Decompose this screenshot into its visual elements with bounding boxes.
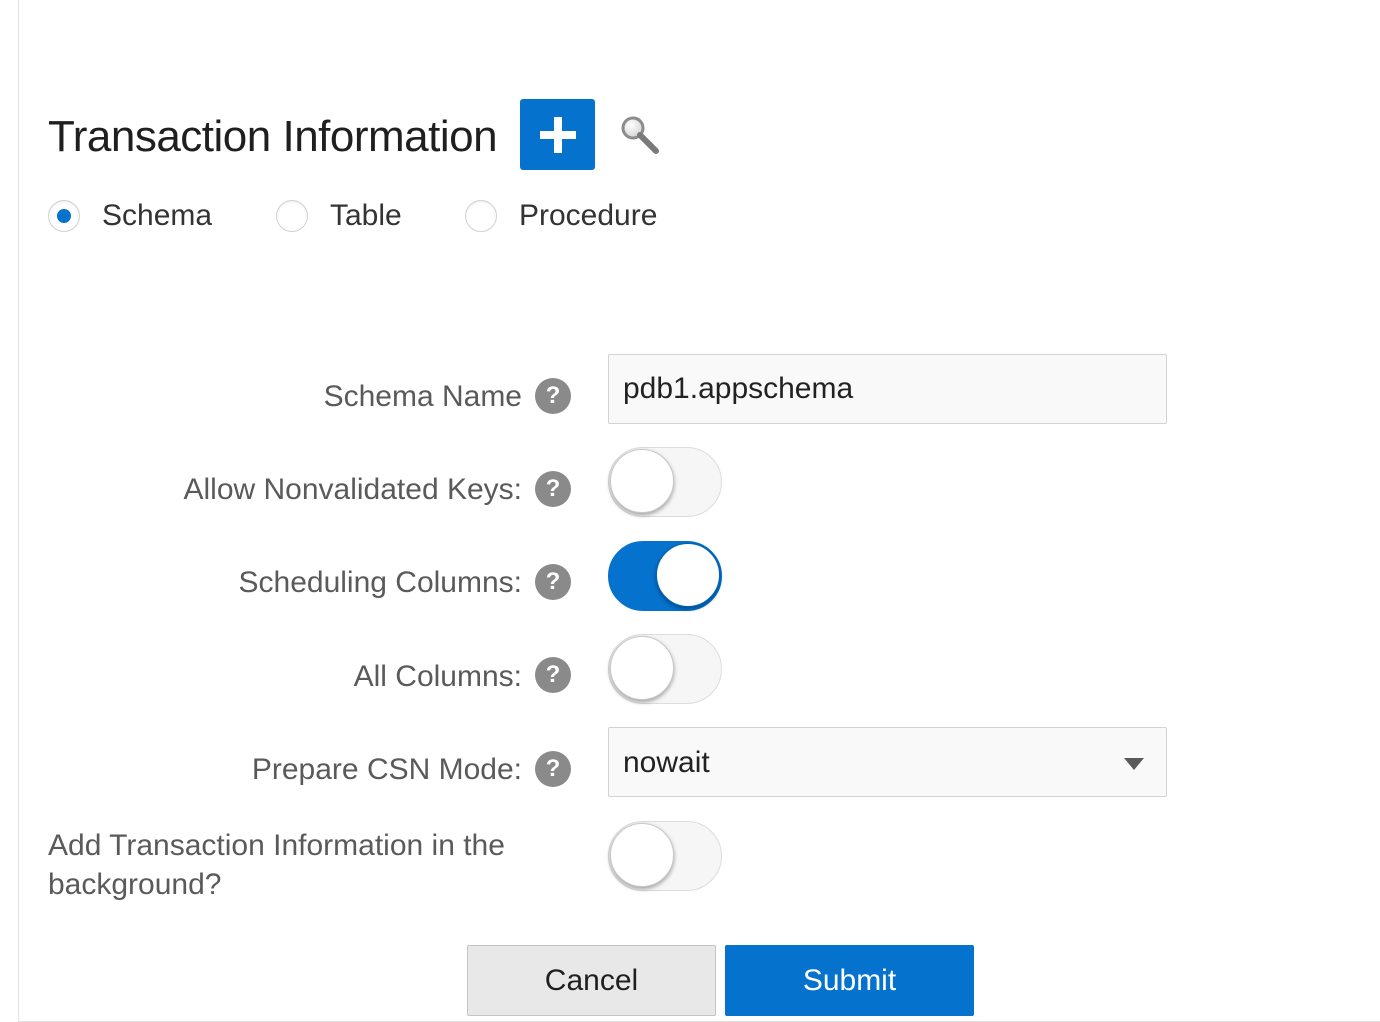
prepare-csn-mode-select[interactable]: nowait xyxy=(608,727,1167,797)
prepare-csn-mode-label: Prepare CSN Mode: xyxy=(251,753,522,786)
help-icon[interactable]: ? xyxy=(535,564,571,600)
schema-name-input[interactable]: pdb1.appschema xyxy=(608,354,1167,424)
magnifier-icon xyxy=(621,116,659,154)
transaction-information-panel: Transaction Information Schema Table Pro… xyxy=(0,0,1380,1022)
all-columns-label: All Columns: xyxy=(353,660,522,693)
help-icon[interactable]: ? xyxy=(535,471,571,507)
radio-label-schema: Schema xyxy=(102,199,213,232)
all-columns-toggle[interactable] xyxy=(608,634,722,704)
search-button[interactable] xyxy=(618,113,662,157)
radio-label-procedure: Procedure xyxy=(519,199,658,232)
page-title: Transaction Information xyxy=(48,112,498,161)
help-icon[interactable]: ? xyxy=(535,657,571,693)
allow-nonvalidated-keys-toggle[interactable] xyxy=(608,447,722,517)
submit-button[interactable]: Submit xyxy=(725,945,974,1016)
radio-button-unchecked[interactable] xyxy=(465,200,497,232)
schema-name-label: Schema Name xyxy=(323,380,522,413)
allow-nonvalidated-keys-label: Allow Nonvalidated Keys: xyxy=(183,473,522,506)
toggle-knob xyxy=(610,823,674,887)
add-button[interactable] xyxy=(520,99,595,170)
help-icon[interactable]: ? xyxy=(535,751,571,787)
scheduling-columns-label: Scheduling Columns: xyxy=(238,566,523,599)
radio-schema[interactable]: Schema xyxy=(48,196,212,236)
scheduling-columns-toggle[interactable] xyxy=(608,541,722,611)
toggle-knob xyxy=(610,449,674,513)
background-toggle[interactable] xyxy=(608,821,722,891)
chevron-down-icon[interactable] xyxy=(1124,758,1144,770)
radio-procedure[interactable]: Procedure xyxy=(465,196,657,236)
cancel-button[interactable]: Cancel xyxy=(467,945,716,1016)
help-icon[interactable]: ? xyxy=(535,378,571,414)
panel-left-border xyxy=(18,0,19,1022)
plus-icon xyxy=(539,116,576,153)
radio-label-table: Table xyxy=(330,199,402,232)
radio-button-checked[interactable] xyxy=(48,200,80,232)
toggle-knob xyxy=(656,543,720,607)
select-value: nowait xyxy=(623,746,710,779)
radio-button-unchecked[interactable] xyxy=(276,200,308,232)
toggle-knob xyxy=(610,636,674,700)
background-label: Add Transaction Information in the backg… xyxy=(48,829,505,901)
radio-table[interactable]: Table xyxy=(276,196,402,236)
